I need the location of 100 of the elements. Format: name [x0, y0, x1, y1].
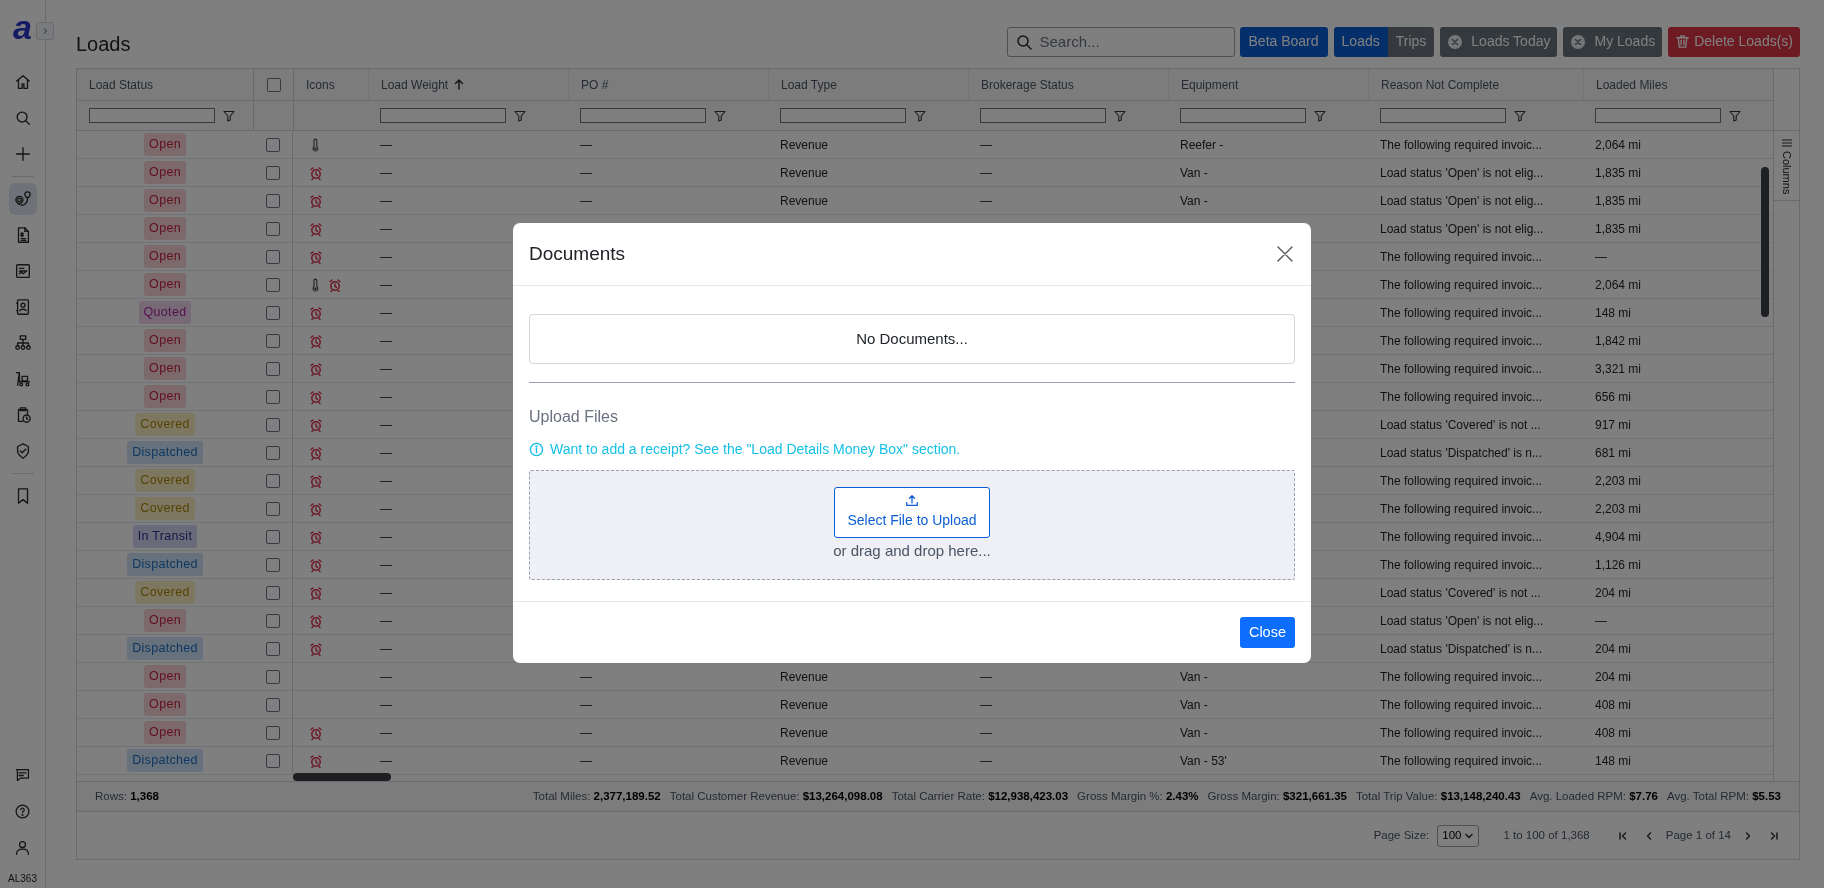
- status-label: Covered: [135, 413, 195, 436]
- checkbox[interactable]: [265, 361, 280, 376]
- checkbox[interactable]: [265, 277, 280, 292]
- table-cell: Revenue: [780, 753, 829, 768]
- close-button[interactable]: Close: [1239, 617, 1295, 648]
- checkbox[interactable]: [265, 137, 280, 152]
- table-cell: —: [380, 585, 392, 600]
- page-size-select[interactable]: 100: [1437, 824, 1480, 847]
- filter-icon: [223, 109, 235, 122]
- table-cell: —: [980, 697, 992, 712]
- checkbox[interactable]: [265, 669, 280, 684]
- upload-button[interactable]: Select File to Upload: [834, 487, 990, 539]
- table-cell: —: [380, 361, 392, 376]
- filter-field[interactable]: [1595, 108, 1721, 123]
- column-header[interactable]: Reason Not Complete: [1381, 75, 1500, 94]
- column-header[interactable]: Icons: [306, 75, 335, 94]
- delete-button[interactable]: Delete Loads(s): [1668, 26, 1800, 57]
- checkbox[interactable]: [265, 585, 280, 600]
- column-header[interactable]: PO #: [581, 75, 609, 94]
- checkbox[interactable]: [265, 641, 280, 656]
- checkbox[interactable]: [265, 389, 280, 404]
- upload-icon: [905, 494, 919, 509]
- vertical-scrollbar[interactable]: [1761, 167, 1769, 317]
- table-cell: —: [380, 417, 392, 432]
- column-header[interactable]: Load Status: [89, 75, 154, 94]
- table-cell: The following required invoic...: [1380, 473, 1543, 488]
- status-label: Open: [144, 385, 186, 408]
- info-icon: [529, 442, 544, 457]
- checkbox[interactable]: [265, 613, 280, 628]
- checkbox[interactable]: [265, 221, 280, 236]
- table-cell: —: [380, 725, 392, 740]
- table-cell: —: [380, 613, 392, 628]
- expand-button[interactable]: [36, 22, 54, 40]
- columns-tab[interactable]: Columns: [1774, 131, 1799, 202]
- checkbox[interactable]: [265, 473, 280, 488]
- filter-field[interactable]: [780, 108, 906, 123]
- view-toggle-tab[interactable]: Trips: [1387, 26, 1435, 57]
- checkbox[interactable]: [265, 417, 280, 432]
- close-circle-icon: [1447, 33, 1464, 50]
- table-cell: —: [580, 669, 592, 684]
- table-cell: —: [380, 501, 392, 516]
- table-cell: —: [1595, 249, 1607, 264]
- checkbox[interactable]: [265, 193, 280, 208]
- checkbox[interactable]: [265, 249, 280, 264]
- status-label: Open: [144, 217, 186, 240]
- column-header[interactable]: Equipment: [1181, 75, 1239, 94]
- checkbox[interactable]: [265, 529, 280, 544]
- checkbox[interactable]: [265, 445, 280, 460]
- filter-field[interactable]: [980, 108, 1106, 123]
- search-field[interactable]: Search...: [1006, 26, 1235, 57]
- checkbox[interactable]: [265, 725, 280, 740]
- filter-button[interactable]: Loads Today: [1440, 26, 1558, 57]
- user-icon: [14, 838, 31, 856]
- column-header[interactable]: Loaded Miles: [1596, 75, 1668, 94]
- table-cell: —: [380, 697, 392, 712]
- table-cell: Load status 'Covered' is not ...: [1380, 585, 1541, 600]
- filter-field[interactable]: [1180, 108, 1306, 123]
- status-label: Open: [144, 273, 186, 296]
- filter-field[interactable]: [380, 108, 506, 123]
- beta-board-button[interactable]: Beta Board: [1239, 26, 1328, 57]
- view-toggle-tab[interactable]: Loads: [1333, 26, 1388, 57]
- column-header[interactable]: Load Type: [781, 75, 837, 94]
- table-cell: —: [380, 389, 392, 404]
- logo[interactable]: a: [13, 10, 32, 44]
- filter-field[interactable]: [580, 108, 706, 123]
- nav-item[interactable]: [8, 183, 37, 215]
- empty-state-card: No Documents...: [529, 314, 1295, 364]
- filter-button[interactable]: My Loads: [1563, 26, 1663, 57]
- checkbox[interactable]: [265, 753, 280, 768]
- horizontal-scrollbar[interactable]: [293, 773, 391, 781]
- table-cell: 917 mi: [1595, 417, 1632, 432]
- table-cell: Load status 'Open' is not elig...: [1380, 165, 1544, 180]
- checkbox[interactable]: [265, 165, 280, 180]
- checkbox[interactable]: [265, 697, 280, 712]
- table-cell: Revenue: [780, 165, 829, 180]
- table-cell: Revenue: [780, 137, 829, 152]
- checkbox[interactable]: [265, 557, 280, 572]
- summary-stat: Total Trip Value: $13,148,240.43: [1355, 788, 1521, 804]
- status-label: Open: [144, 161, 186, 184]
- section-title: Upload Files: [529, 407, 619, 427]
- checkbox[interactable]: [266, 77, 281, 92]
- column-header[interactable]: Load Weight: [381, 75, 449, 94]
- table-cell: —: [380, 221, 392, 236]
- drop-zone[interactable]: Select File to Upload or drag and drop here...: [529, 470, 1295, 580]
- table-cell: 408 mi: [1595, 697, 1632, 712]
- checkbox[interactable]: [265, 501, 280, 516]
- summary-stat: Gross Margin %: 2.43%: [1077, 788, 1199, 804]
- filter-field[interactable]: [89, 108, 215, 123]
- close-button[interactable]: [1275, 244, 1295, 264]
- table-cell: —: [580, 165, 592, 180]
- table-cell: —: [380, 305, 392, 320]
- status-label: Open: [144, 133, 186, 156]
- status-label: Open: [144, 245, 186, 268]
- column-header[interactable]: Brokerage Status: [981, 75, 1074, 94]
- checkbox[interactable]: [265, 333, 280, 348]
- table-cell: The following required invoic...: [1380, 137, 1543, 152]
- summary-stat: Total Miles: 2,377,189.52: [532, 788, 661, 804]
- checkbox[interactable]: [265, 305, 280, 320]
- filter-field[interactable]: [1380, 108, 1506, 123]
- plus-icon: [13, 145, 32, 163]
